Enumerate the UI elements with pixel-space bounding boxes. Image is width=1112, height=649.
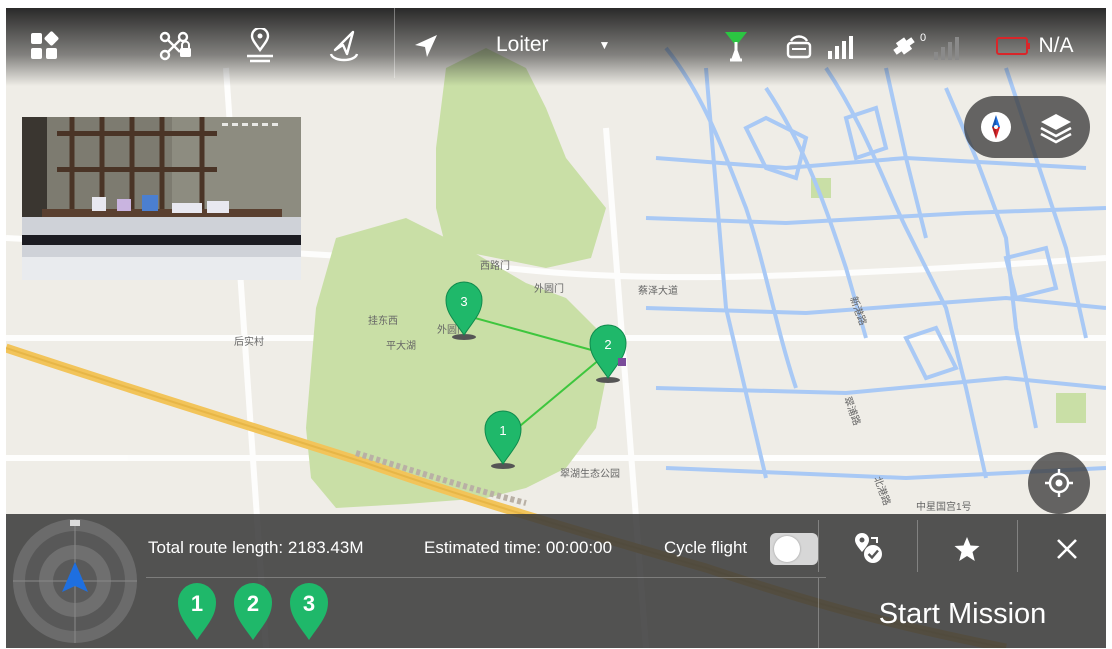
panel-divider — [1017, 520, 1018, 572]
waypoint-chip-number: 2 — [247, 591, 259, 616]
satellite-count: 0 — [920, 32, 926, 44]
waypoint-chip-3[interactable]: 3 — [288, 580, 330, 642]
toggle-knob — [774, 536, 800, 562]
cycle-flight-label: Cycle flight — [664, 538, 748, 557]
favorite-button[interactable] — [942, 524, 992, 574]
map-label: 中星国宫1号 — [916, 500, 972, 513]
apps-grid-icon[interactable] — [24, 26, 64, 66]
attitude-compass — [12, 518, 138, 644]
map-label: 挂东西 — [368, 314, 398, 327]
map-waypoint-number: 2 — [604, 337, 611, 352]
cycle-flight-toggle[interactable] — [770, 533, 818, 565]
estimated-time: Estimated time: 00:00:00 — [424, 538, 613, 557]
map-label: 蔡泽大道 — [638, 284, 678, 297]
map-label: 外圆门 — [534, 282, 564, 295]
app-screen: 西路门 外圆门 蔡泽大道 挂东西 外圆门 平大湖 后实村 新港路 翠浦路 翠湖生… — [6, 8, 1106, 648]
drone-lock-icon[interactable] — [154, 26, 198, 66]
return-home-icon[interactable] — [322, 26, 366, 66]
gps-signal-icon — [718, 26, 754, 66]
panel-divider — [146, 577, 826, 578]
waypoint-edit-icon[interactable] — [238, 26, 282, 66]
flight-mode-value: Loiter — [496, 33, 549, 56]
map-controls-group — [964, 96, 1090, 158]
battery-status: N/A — [988, 26, 1082, 66]
crosshair-icon — [1045, 469, 1073, 497]
map-label: 平大湖 — [386, 339, 416, 352]
battery-icon — [996, 37, 1031, 55]
map-waypoint-number: 1 — [499, 423, 506, 438]
satellite-signal-icon: 0 — [890, 26, 970, 66]
battery-value: N/A — [1038, 34, 1074, 57]
map-waypoint-number: 3 — [460, 294, 467, 309]
waypoint-settings-button[interactable] — [843, 524, 893, 574]
panel-divider — [818, 520, 819, 572]
waypoint-chip-number: 3 — [303, 591, 315, 616]
total-route-length: Total route length: 2183.43M — [148, 538, 364, 557]
route-panel: Total route length: 2183.43M Estimated t… — [6, 514, 1106, 648]
map-label: 后实村 — [234, 335, 264, 348]
panel-divider — [917, 520, 918, 572]
map-label: 翠湖生态公园 — [560, 467, 620, 480]
waypoint-check-icon — [855, 533, 882, 563]
map-layers-icon[interactable] — [1036, 107, 1076, 147]
star-icon — [954, 537, 980, 561]
toolbar-divider — [394, 8, 395, 78]
close-icon — [1057, 539, 1077, 559]
locate-me-button[interactable] — [1028, 452, 1090, 514]
waypoint-chip-number: 1 — [191, 591, 203, 616]
chevron-down-icon: ▼ — [598, 38, 611, 52]
compass-icon[interactable] — [976, 107, 1016, 147]
map-label: 西路门 — [480, 259, 510, 272]
waypoint-chip-2[interactable]: 2 — [232, 580, 274, 642]
camera-feed-thumbnail[interactable] — [22, 117, 301, 280]
close-button[interactable] — [1042, 524, 1092, 574]
start-mission-button[interactable]: Start Mission — [819, 580, 1106, 648]
location-arrow-icon[interactable] — [408, 26, 444, 66]
flight-mode-select[interactable]: Loiter ▼ — [496, 30, 656, 60]
waypoint-chip-1[interactable]: 1 — [176, 580, 218, 642]
remote-controller-signal-icon — [786, 26, 862, 66]
